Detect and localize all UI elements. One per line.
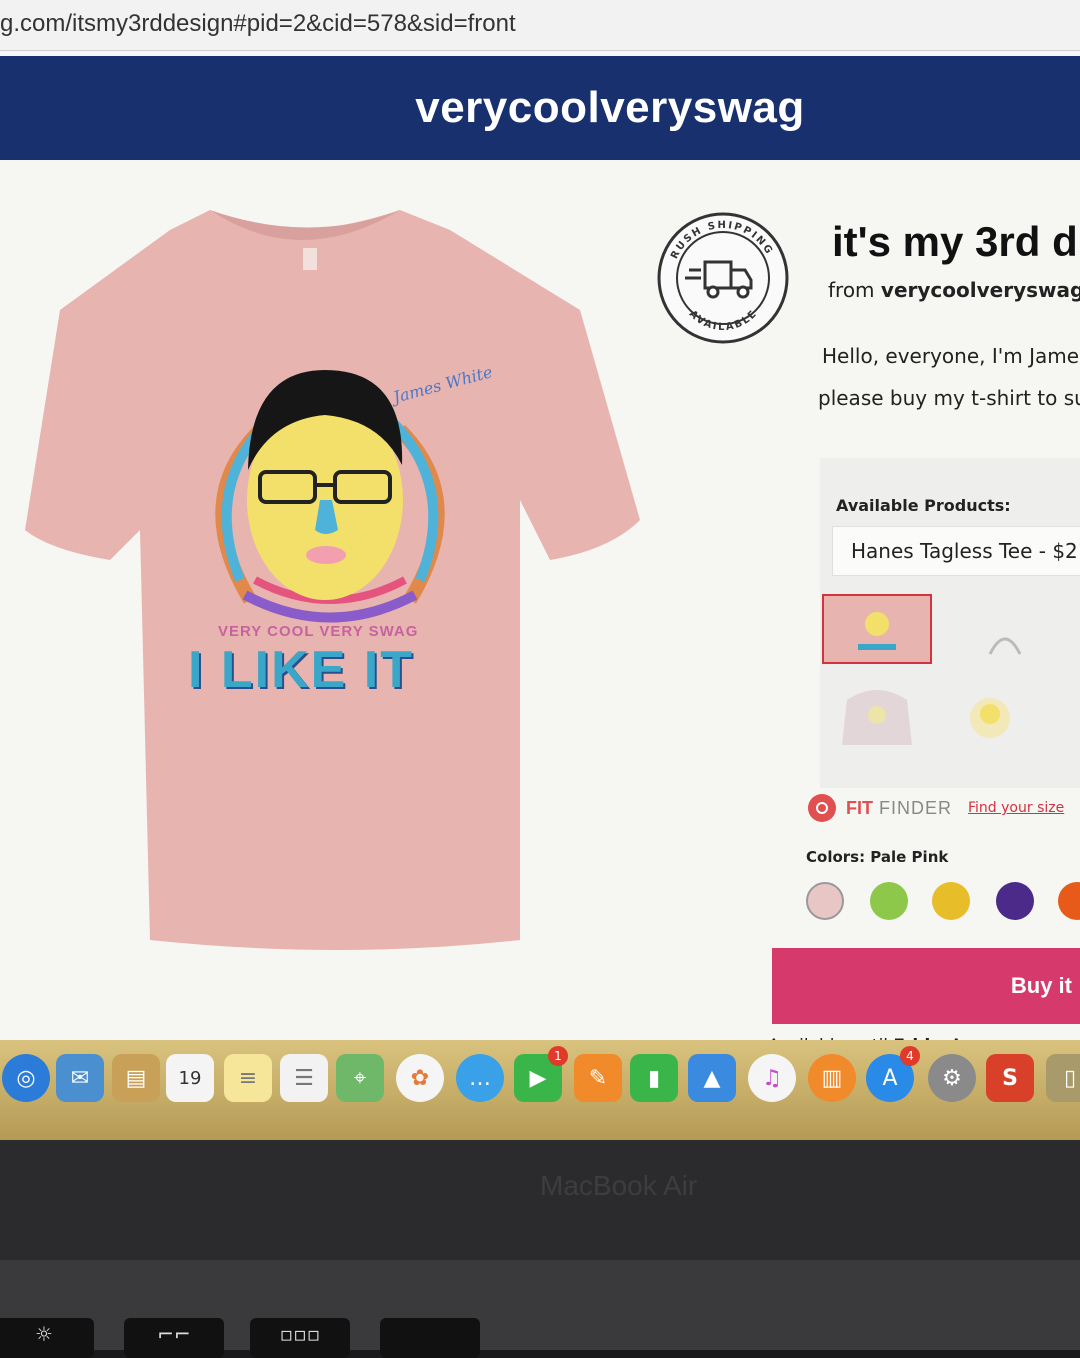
find-your-size-link[interactable]: Find your size [968, 800, 1064, 816]
from-prefix: from [828, 278, 875, 302]
available-products-label: Available Products: [836, 496, 1011, 515]
tshirt-tag [303, 248, 317, 270]
contacts-icon[interactable]: ▤ [112, 1054, 160, 1102]
rush-shipping-badge: RUSH SHIPPING AVAILABLE [655, 210, 791, 346]
product-title: it's my 3rd d [832, 218, 1078, 265]
product-page: James White VERY COOL VERY SWAG I LIKE I… [0, 160, 1080, 1056]
numbers-icon[interactable]: ▮ [630, 1054, 678, 1102]
launchpad-key[interactable]: ▫▫▫ [250, 1318, 350, 1358]
keyboard-key[interactable] [380, 1318, 480, 1358]
reminders-icon[interactable]: ☰ [280, 1054, 328, 1102]
face-illustration [247, 370, 403, 600]
thumbnail-alt[interactable] [950, 680, 1060, 750]
fit-finder[interactable]: FIT FINDER Find your size [808, 794, 1064, 822]
photos-icon[interactable]: ✿ [396, 1054, 444, 1102]
address-bar[interactable]: g.com/itsmy3rddesign#pid=2&cid=578&sid=f… [0, 0, 1080, 51]
facetime-icon[interactable]: ▶ 1 [514, 1046, 568, 1102]
shirt-slogan: I LIKE IT [188, 641, 414, 699]
thumbnail-front[interactable] [822, 594, 932, 664]
pages-icon[interactable]: ✎ [574, 1054, 622, 1102]
from-store-link[interactable]: verycoolveryswag [881, 278, 1080, 302]
notes-icon[interactable]: ≡ [224, 1054, 272, 1102]
finder-label: FINDER [879, 797, 952, 818]
laptop-bezel: MacBook Air [0, 1140, 1080, 1260]
color-swatch[interactable] [932, 882, 970, 920]
safari-icon[interactable]: ◎ [2, 1054, 50, 1102]
s-pro-app-icon[interactable]: S [986, 1054, 1034, 1102]
product-select[interactable]: Hanes Tagless Tee - $21 [832, 526, 1080, 576]
messages-icon[interactable]: … [456, 1054, 504, 1102]
app-store-icon[interactable]: A 4 [866, 1046, 920, 1102]
color-swatch[interactable] [806, 882, 844, 920]
fit-label: FIT [846, 797, 873, 818]
keynote-icon[interactable]: ▲ [688, 1054, 736, 1102]
color-swatch[interactable] [870, 882, 908, 920]
store-header: verycoolveryswag [0, 56, 1080, 160]
system-preferences-icon[interactable]: ⚙ [928, 1054, 976, 1102]
macos-dock: ◎ ✉ ▤ 19 ≡ ☰ ⌖ ✿ … ▶ 1 ✎ ▮ ▲ ♫ ▥ A 4 ⚙ S… [0, 1040, 1080, 1140]
product-image: James White VERY COOL VERY SWAG I LIKE I… [20, 200, 660, 960]
maps-icon[interactable]: ⌖ [336, 1054, 384, 1102]
trash-icon[interactable]: ▯ [1046, 1054, 1080, 1102]
notification-badge: 1 [548, 1046, 568, 1066]
shirt-tagline: VERY COOL VERY SWAG [218, 623, 419, 640]
store-name[interactable]: verycoolveryswag [415, 83, 805, 133]
buy-button[interactable]: Buy it [772, 948, 1080, 1024]
colors-label: Colors: Pale Pink [806, 848, 949, 866]
product-from: from verycoolveryswag [828, 278, 1080, 302]
brightness-key[interactable]: ☼ [0, 1318, 94, 1358]
mail-icon[interactable]: ✉ [56, 1054, 104, 1102]
fit-finder-icon [808, 794, 836, 822]
description-line-1: Hello, everyone, I'm James [822, 344, 1080, 368]
ibooks-icon[interactable]: ▥ [808, 1054, 856, 1102]
description-line-2: please buy my t-shirt to sup [818, 386, 1080, 410]
color-swatch[interactable] [1058, 882, 1080, 920]
tshirt-graphic [25, 210, 640, 950]
calendar-icon[interactable]: 19 [166, 1054, 214, 1102]
url-text[interactable]: g.com/itsmy3rddesign#pid=2&cid=578&sid=f… [0, 10, 516, 38]
screen: g.com/itsmy3rddesign#pid=2&cid=578&sid=f… [0, 0, 1080, 1160]
color-swatch[interactable] [996, 882, 1034, 920]
laptop-brand: MacBook Air [540, 1170, 698, 1201]
keyboard: ☼ ⌐⌐ ▫▫▫ [0, 1260, 1080, 1358]
app-store-badge: 4 [900, 1046, 920, 1066]
itunes-icon[interactable]: ♫ [748, 1054, 796, 1102]
mission-control-key[interactable]: ⌐⌐ [124, 1318, 224, 1358]
thumbnail-hoodie[interactable] [822, 680, 932, 750]
thumbnail-back[interactable] [950, 594, 1060, 664]
